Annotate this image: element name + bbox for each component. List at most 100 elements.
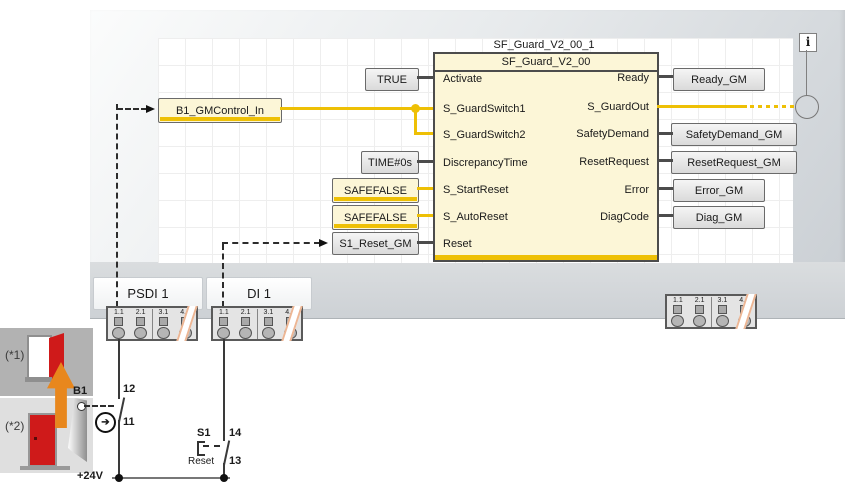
actuator-link-s1 (203, 445, 220, 447)
b1-contact-11: 11 (123, 416, 135, 428)
pin-resetrequest: ResetRequest (579, 156, 649, 168)
pin-reset: Reset (443, 238, 472, 250)
terminal-label: 3.1 (159, 309, 169, 317)
terminal-cell: 3.1 (258, 309, 280, 339)
s1-caption: Reset (188, 456, 214, 468)
actuator-link-b1 (84, 405, 114, 407)
output-var-safetydemand-gm[interactable]: SafetyDemand_GM (671, 123, 797, 146)
door-sill-icon (25, 377, 52, 382)
terminal-clamp-icon (673, 305, 682, 314)
supply-rail (112, 477, 230, 479)
dashed-line-s1-to-reset (222, 242, 320, 244)
pin-s-guardswitch1: S_GuardSwitch1 (443, 103, 526, 115)
terminal-screw-icon (239, 327, 252, 339)
terminal-clamp-icon (264, 317, 273, 326)
terminal-clamp-icon (695, 305, 704, 314)
info-icon[interactable]: i (799, 33, 817, 52)
actuation-arrow-icon: ➔ (95, 412, 116, 433)
guard-open-label: (*1) (5, 349, 24, 361)
dashed-line-s1-vertical (222, 244, 224, 307)
wire-s-guardout-dotted (750, 105, 798, 108)
wire-s1-top (223, 339, 225, 441)
b1-contact-12: 12 (123, 383, 135, 395)
terminal-label: 1.1 (673, 297, 683, 305)
door-sill-icon (20, 466, 70, 470)
terminal-clamp-icon (114, 317, 123, 326)
arrowhead-b1-icon (146, 105, 155, 113)
pushbutton-icon (197, 441, 205, 456)
pin-safetydemand: SafetyDemand (576, 128, 649, 140)
pin-diagcode: DiagCode (600, 211, 649, 223)
output-var-resetrequest-gm[interactable]: ResetRequest_GM (671, 151, 797, 174)
wire-s-guardout (657, 105, 747, 108)
wire-discrepancytime (417, 160, 433, 163)
terminal-label: 1.1 (219, 309, 229, 317)
terminal-screw-icon (716, 315, 729, 327)
output-var-ready-gm[interactable]: Ready_GM (673, 68, 765, 91)
terminal-cell: 2.1 (130, 309, 153, 339)
terminal-cell: 3.1 (153, 309, 175, 339)
wire-b1-top (118, 339, 120, 399)
wire-startreset (417, 187, 433, 190)
terminal-cell: 1.1 (108, 309, 130, 339)
input-var-time0s[interactable]: TIME#0s (361, 151, 419, 174)
terminal-screw-icon (157, 327, 170, 339)
terminal-cell: 2.1 (689, 297, 712, 327)
junction-node (115, 474, 123, 482)
function-block[interactable]: SF_Guard_V2_00 Activate S_GuardSwitch1 S… (433, 52, 659, 262)
terminal-clamp-icon (159, 317, 168, 326)
screenshot-root: SF_Guard_V2_00_1 SF_Guard_V2_00 Activate… (0, 0, 852, 490)
terminal-label: 3.1 (718, 297, 728, 305)
info-icon-stem (806, 50, 807, 96)
wire-safetydemand (657, 132, 673, 135)
terminal-cell: 1.1 (667, 297, 689, 327)
function-block-title: SF_Guard_V2_00 (435, 54, 657, 72)
terminal-screw-icon (671, 315, 684, 327)
terminal-clamp-icon (136, 317, 145, 326)
terminal-cell: 2.1 (235, 309, 258, 339)
supply-label: +24V (77, 470, 103, 482)
pin-s-autoreset: S_AutoReset (443, 211, 508, 223)
wire-guardswitch2 (414, 132, 433, 135)
terminal-screw-icon (112, 327, 125, 339)
wire-autoreset (417, 214, 433, 217)
wire-b1-bottom (118, 420, 120, 479)
pin-s-guardswitch2: S_GuardSwitch2 (443, 129, 526, 141)
pin-activate: Activate (443, 73, 482, 85)
arrowhead-s1-icon (319, 239, 328, 247)
open-door-frame-icon (27, 335, 52, 382)
terminal-clamp-icon (219, 317, 228, 326)
terminal-screw-icon (134, 327, 147, 339)
input-var-safefalse-2[interactable]: SAFEFALSE (332, 205, 419, 230)
pin-ready: Ready (617, 72, 649, 84)
terminal-cell: 3.1 (712, 297, 734, 327)
terminal-block-psdi1: 1.1 2.1 3.1 4.1 (106, 306, 198, 341)
connection-point-circle (795, 95, 819, 119)
input-var-s1-reset-gm[interactable]: S1_Reset_GM (332, 232, 419, 255)
dashed-line-b1-horizontal (117, 108, 147, 110)
block-instance-name: SF_Guard_V2_00_1 (433, 39, 655, 51)
terminal-screw-icon (693, 315, 706, 327)
output-var-error-gm[interactable]: Error_GM (673, 179, 765, 202)
terminal-clamp-icon (241, 317, 250, 326)
wire-reset (417, 241, 433, 244)
dashed-line-b1-to-input (116, 104, 118, 307)
input-var-b1-gmcontrol-in[interactable]: B1_GMControl_In (158, 98, 282, 123)
wire-ready (657, 75, 673, 78)
s1-contact-13: 13 (229, 455, 241, 467)
s1-label: S1 (197, 427, 210, 439)
input-var-true[interactable]: TRUE (365, 68, 419, 91)
output-var-diag-gm[interactable]: Diag_GM (673, 206, 765, 229)
guard-closed-label: (*2) (5, 420, 24, 432)
safety-stripe (435, 255, 657, 260)
b1-label: B1 (73, 385, 87, 397)
junction-node (220, 474, 228, 482)
closed-door-icon (28, 413, 57, 467)
wire-resetrequest (657, 159, 673, 162)
terminal-clamp-icon (718, 305, 727, 314)
input-var-safefalse-1[interactable]: SAFEFALSE (332, 178, 419, 203)
terminal-label: 1.1 (114, 309, 124, 317)
terminal-label: 2.1 (136, 309, 146, 317)
terminal-cell: 1.1 (213, 309, 235, 339)
pin-s-startreset: S_StartReset (443, 184, 508, 196)
